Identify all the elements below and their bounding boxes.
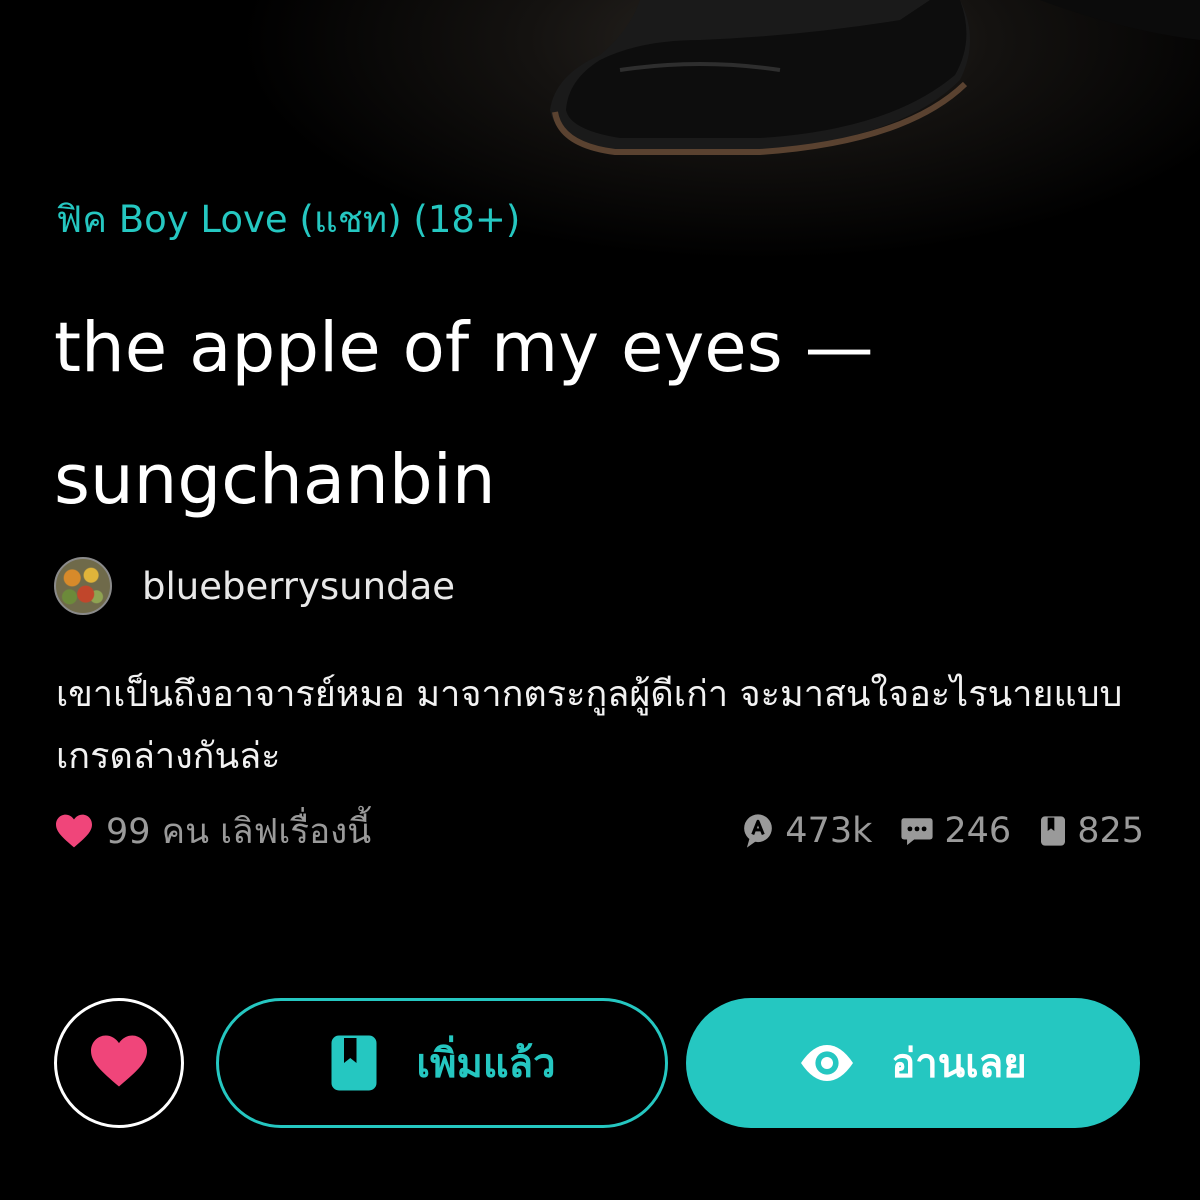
added-label: เพิ่มแล้ว xyxy=(416,1041,556,1087)
action-bar: เพิ่มแล้ว อ่านเลย xyxy=(54,998,1144,1132)
author-avatar[interactable] xyxy=(54,557,112,615)
bookmarks-count: 825 xyxy=(1077,811,1144,851)
story-category[interactable]: ฟิค Boy Love (แชท) (18+) xyxy=(56,190,520,249)
loves-count-text: 99 คน เลิฟเรื่องนี้ xyxy=(106,811,372,852)
heart-icon xyxy=(54,813,94,849)
story-counts: 473k 246 825 xyxy=(741,811,1144,851)
read-count-icon xyxy=(741,813,775,849)
story-title: the apple of my eyes — sungchanbin xyxy=(54,308,874,520)
cover-image xyxy=(0,0,1200,300)
reads-stat: 473k xyxy=(741,811,872,851)
added-to-library-button[interactable]: เพิ่มแล้ว xyxy=(216,998,668,1128)
reads-count: 473k xyxy=(785,811,873,851)
bookmarks-stat: 825 xyxy=(1039,811,1144,851)
comments-count: 246 xyxy=(944,811,1012,851)
heart-icon xyxy=(88,1033,150,1093)
bookmark-icon xyxy=(1039,815,1067,847)
story-description: เขาเป็นถึงอาจารย์หมอ มาจากตระกูลผู้ดีเก่… xyxy=(56,674,1123,777)
comments-stat: 246 xyxy=(900,811,1011,851)
like-button[interactable] xyxy=(54,998,184,1128)
stats-row: 99 คน เลิฟเรื่องนี้ 473k 246 825 xyxy=(54,806,1144,856)
author-link[interactable]: blueberrysundae xyxy=(54,556,455,616)
loves-summary: 99 คน เลิฟเรื่องนี้ xyxy=(54,804,371,859)
bookmark-icon xyxy=(328,1033,380,1093)
read-now-button[interactable]: อ่านเลย xyxy=(686,998,1140,1128)
comment-icon xyxy=(900,814,934,848)
author-name[interactable]: blueberrysundae xyxy=(142,565,455,608)
read-label: อ่านเลย xyxy=(891,1041,1027,1087)
eye-icon xyxy=(799,1043,855,1083)
